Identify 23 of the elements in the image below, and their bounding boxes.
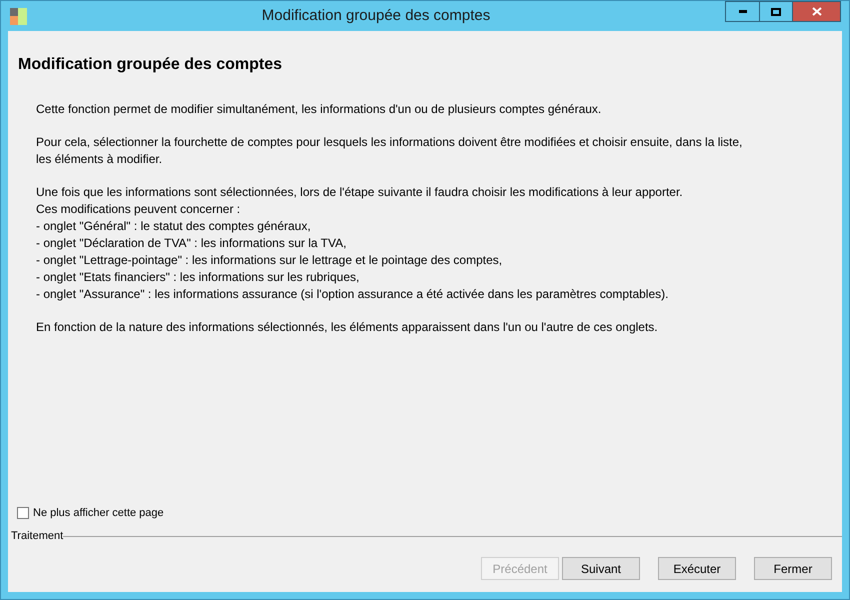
minimize-button[interactable] [725,1,759,22]
description-text: Pour cela, sélectionner la fourchette de comptes pour lesquels les informations doivent être modifiées et choisir ensuite, dans la liste, [36,134,742,151]
description-text: - onglet "Général" : le statut des comptes généraux, [36,218,311,235]
app-icon [10,8,27,24]
group-label: Traitement [11,528,64,544]
description-text: En fonction de la nature des informations sélectionnés, les éléments apparaissent dans l'un ou l'autre de ces onglets. [36,319,658,336]
dialog-button[interactable]: Exécuter [658,557,736,580]
description-text: les éléments à modifier. [36,151,162,168]
checkbox[interactable] [17,507,29,520]
description-text: - onglet "Déclaration de TVA" : les informations sur la TVA, [36,235,346,252]
description-text: Cette fonction permet de modifier simultanément, les informations d'un ou de plusieurs comptes généraux. [36,101,602,118]
description-text: - onglet "Assurance" : les informations assurance (si l'option assurance a été activée dans les paramètres comptables). [36,286,668,303]
description-text: - onglet "Etats financiers" : les informations sur les rubriques, [36,269,360,286]
window-title: Modification groupée des comptes [262,6,490,24]
description-text: Ces modifications peuvent concerner : [36,201,240,218]
description-text: Une fois que les informations sont sélectionnées, lors de l'étape suivante il faudra choisir les modifications à leur apporter. [36,184,683,201]
dialog-button[interactable]: Suivant [562,557,640,580]
page-heading: Modification groupée des comptes [18,56,282,73]
dialog-button[interactable]: Fermer [754,557,832,580]
description-text: - onglet "Lettrage-pointage" : les informations sur le lettrage et le pointage des comptes, [36,252,502,269]
close-button[interactable] [793,1,841,22]
checkbox-label[interactable]: Ne plus afficher cette page [17,505,164,522]
close-icon [812,7,822,16]
